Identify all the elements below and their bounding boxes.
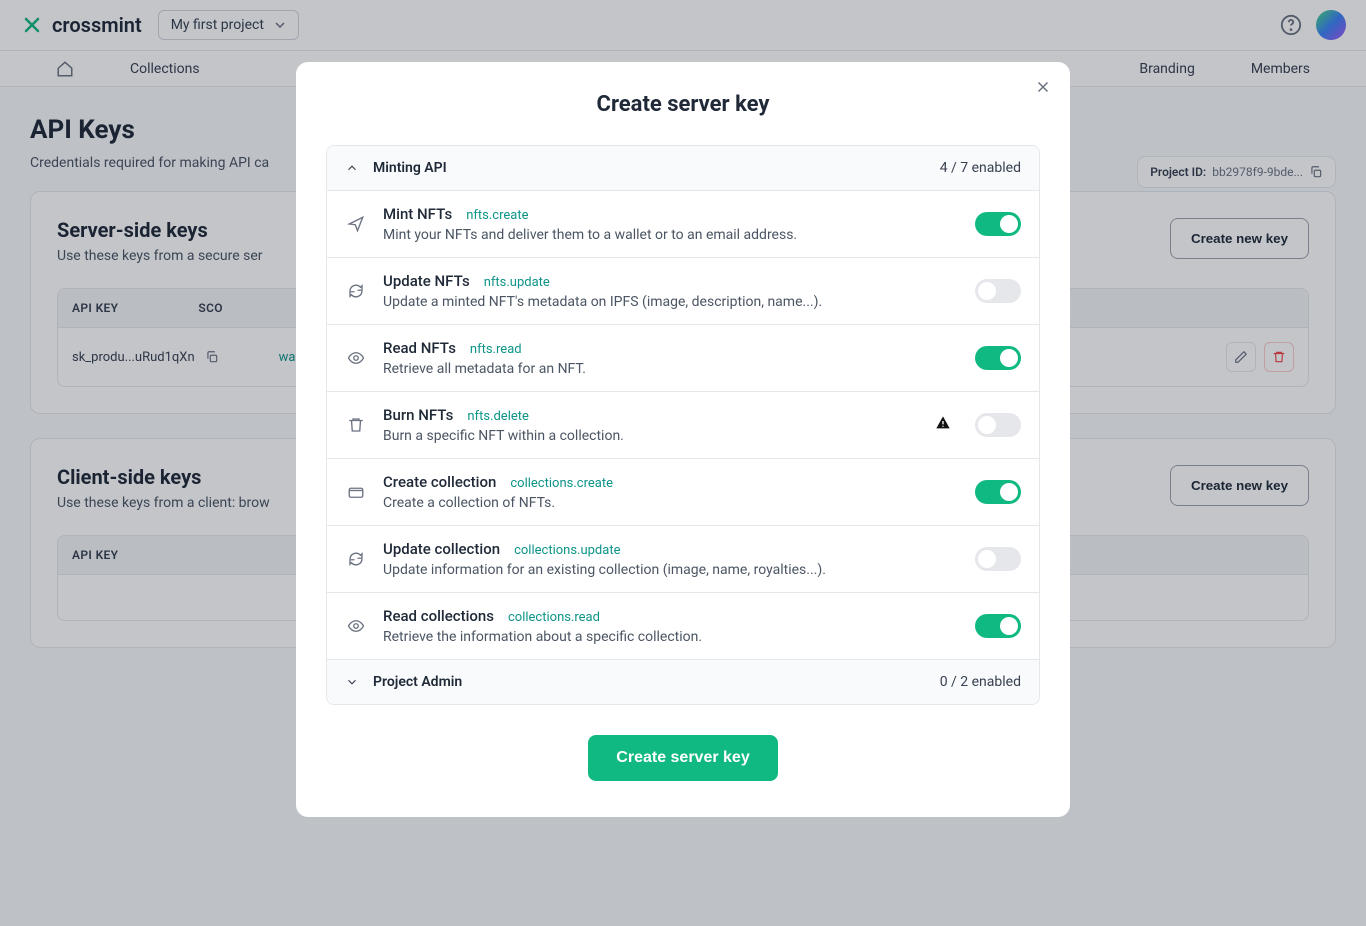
- refresh-icon: [345, 282, 367, 300]
- perm-scope: collections.create: [510, 476, 613, 491]
- perm-toggle[interactable]: [975, 547, 1021, 571]
- perm-scope: nfts.update: [484, 275, 550, 290]
- perm-desc: Update information for an existing colle…: [383, 562, 959, 578]
- refresh-icon: [345, 550, 367, 568]
- perm-item: Create collection collections.create Creat…: [327, 458, 1039, 525]
- perm-group-head[interactable]: Minting API 4 / 7 enabled: [327, 146, 1039, 190]
- perm-name: Update NFTs: [383, 272, 470, 290]
- perm-group-count: 0 / 2 enabled: [940, 674, 1021, 690]
- perm-item: Burn NFTs nfts.delete Burn a specific NFT …: [327, 391, 1039, 458]
- perm-item: Mint NFTs nfts.create Mint your NFTs and d…: [327, 190, 1039, 257]
- perm-toggle[interactable]: [975, 212, 1021, 236]
- perm-body: Read NFTs nfts.read Retrieve all metadata …: [383, 339, 959, 377]
- perm-name: Read NFTs: [383, 339, 456, 357]
- perm-item: Update collection collections.update Updat…: [327, 525, 1039, 592]
- perm-desc: Burn a specific NFT within a collection.: [383, 428, 919, 444]
- perm-group-title: Minting API: [373, 160, 926, 176]
- perm-scope: collections.read: [508, 610, 600, 625]
- perm-name: Create collection: [383, 473, 496, 491]
- perm-body: Update collection collections.update Updat…: [383, 540, 959, 578]
- perm-group-count: 4 / 7 enabled: [940, 160, 1021, 176]
- perm-desc: Retrieve all metadata for an NFT.: [383, 361, 959, 377]
- perm-group-head[interactable]: Project Admin 0 / 2 enabled: [327, 659, 1039, 704]
- perm-item: Read NFTs nfts.read Retrieve all metadata …: [327, 324, 1039, 391]
- perm-desc: Mint your NFTs and deliver them to a wal…: [383, 227, 959, 243]
- perm-body: Create collection collections.create Creat…: [383, 473, 959, 511]
- perm-toggle[interactable]: [975, 480, 1021, 504]
- perm-desc: Retrieve the information about a specifi…: [383, 629, 959, 645]
- create-server-key-submit[interactable]: Create server key: [588, 735, 777, 781]
- eye-icon: [345, 617, 367, 635]
- perm-item: Read collections collections.read Retrieve…: [327, 592, 1039, 659]
- send-icon: [345, 215, 367, 233]
- close-icon[interactable]: [1034, 78, 1052, 96]
- wallet-icon: [345, 483, 367, 501]
- perm-scope: collections.update: [514, 543, 620, 558]
- perm-name: Read collections: [383, 607, 494, 625]
- permissions-box: Minting API 4 / 7 enabled Mint NFTs nfts.cr…: [326, 145, 1040, 705]
- perm-body: Update NFTs nfts.update Update a minted NF…: [383, 272, 959, 310]
- perm-desc: Create a collection of NFTs.: [383, 495, 959, 511]
- create-server-key-modal: Create server key Minting API 4 / 7 enabl…: [296, 62, 1070, 817]
- perm-toggle[interactable]: [975, 279, 1021, 303]
- perm-body: Read collections collections.read Retrieve…: [383, 607, 959, 645]
- warning-icon: [935, 415, 959, 435]
- perm-toggle[interactable]: [975, 614, 1021, 638]
- perm-scope: nfts.read: [470, 342, 522, 357]
- perm-name: Burn NFTs: [383, 406, 453, 424]
- modal-title: Create server key: [296, 92, 1070, 117]
- perm-body: Burn NFTs nfts.delete Burn a specific NFT …: [383, 406, 919, 444]
- perm-toggle[interactable]: [975, 413, 1021, 437]
- perm-scope: nfts.create: [466, 208, 528, 223]
- modal-backdrop[interactable]: Create server key Minting API 4 / 7 enabl…: [0, 0, 1366, 926]
- perm-toggle[interactable]: [975, 346, 1021, 370]
- eye-icon: [345, 349, 367, 367]
- perm-scope: nfts.delete: [467, 409, 529, 424]
- trash-icon: [345, 416, 367, 434]
- perm-group-title: Project Admin: [373, 674, 926, 690]
- perm-name: Update collection: [383, 540, 500, 558]
- perm-item: Update NFTs nfts.update Update a minted NF…: [327, 257, 1039, 324]
- perm-body: Mint NFTs nfts.create Mint your NFTs and d…: [383, 205, 959, 243]
- perm-desc: Update a minted NFT's metadata on IPFS (…: [383, 294, 959, 310]
- perm-name: Mint NFTs: [383, 205, 452, 223]
